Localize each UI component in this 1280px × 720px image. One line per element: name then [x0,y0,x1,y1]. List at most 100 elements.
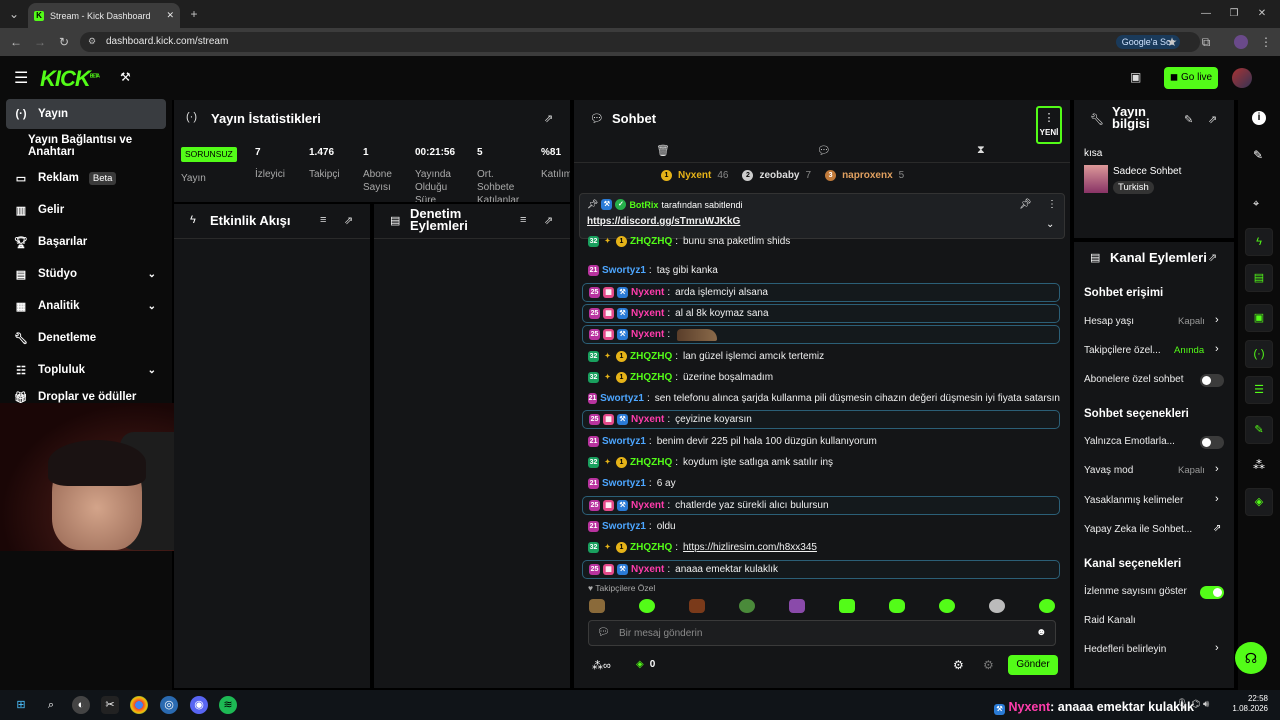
edit-icon[interactable]: ✎ [1184,113,1193,126]
sidebar-item-topluluk[interactable]: ☷ Topluluk ⌄ [6,355,166,385]
chat-username[interactable]: Nyxent [631,414,664,425]
bookmark-star-icon[interactable]: ★ [1162,32,1182,52]
address-bar[interactable]: dashboard.kick.com/stream [80,32,1200,52]
category-name[interactable]: Sadece Sohbet [1113,166,1181,177]
goals-option[interactable]: Hedefleri belirleyin [1084,643,1224,657]
tab-list-icon[interactable]: ⌄ [4,4,24,24]
emotes-only-toggle[interactable] [1200,436,1224,449]
chat-message[interactable]: 25 ▦ ⚒ Nyxent: çeyizine koyarsın [582,410,1060,430]
chevron-down-icon[interactable]: ⌄ [1046,219,1054,230]
new-tab-icon[interactable]: + [184,4,204,24]
top-chatter-name[interactable]: Nyxent [678,170,711,181]
site-info-icon[interactable]: ⚙ [88,36,96,47]
pinned-link[interactable]: https://discord.gg/sTmruWJKkG [587,216,740,227]
emote[interactable] [639,599,655,613]
chat-username[interactable]: ZHQZHQ [630,542,672,553]
trash-icon[interactable]: 🗑︎ [656,144,670,157]
top-chatter-name[interactable]: naproxenx [842,170,893,181]
chat-message[interactable]: 25 ▦ ⚒ Nyxent: arda işlemciyi alsana [582,282,1060,302]
chat-message[interactable]: 21 Swortyz1: benim devir 225 pil hala 100 … [582,432,1060,451]
gear-badge-icon[interactable]: ⚙ [983,658,994,672]
rail-chat-button[interactable]: ▣ [1245,304,1273,332]
banned-words-option[interactable]: Yasaklanmış kelimeler [1084,494,1224,508]
chat-username[interactable]: Swortyz1 [602,521,646,532]
settings-icon[interactable]: ⚙ [953,658,964,672]
windows-start-icon[interactable]: ⊞ [12,696,30,714]
chat-message[interactable]: 21 Swortyz1: oldu [582,517,1060,536]
sidebar-item-analitik[interactable]: ▦ Analitik ⌄ [6,291,166,321]
chat-username[interactable]: Nyxent [631,564,664,575]
subs-only-toggle[interactable] [1200,374,1224,387]
chevron-right-icon[interactable]: › [1215,493,1219,505]
chat-message[interactable]: 32 ✦ 1 ZHQZHQ: koydum işte satlıga amk satıl… [582,453,1060,472]
chat-username[interactable]: Swortyz1 [600,393,644,404]
browser-menu-icon[interactable]: ⋮ [1256,32,1276,52]
sidebar-item-stream-key[interactable]: Yayın Bağlantısı ve Anahtarı [6,131,166,161]
hourglass-icon[interactable]: ⧗ [977,144,985,157]
popout-icon[interactable]: ⇗ [544,214,553,227]
stream-preview-icon[interactable]: ▣ [1130,70,1141,84]
chat-username[interactable]: Swortyz1 [602,265,646,276]
kebab-icon[interactable]: ⋮ [1047,199,1057,210]
chat-username[interactable]: ZHQZHQ [630,457,672,468]
filter-icon[interactable]: ≡ [320,214,326,226]
popout-icon[interactable]: ⇗ [1208,251,1217,264]
emote[interactable] [939,599,955,613]
unpin-icon[interactable]: 📌︎ [1019,199,1032,210]
followers-only-option[interactable]: Takipçilere özel... [1084,344,1174,358]
browser-tab[interactable]: K Stream - Kick Dashboard ✕ [28,3,180,28]
sidebar-item-denetleme[interactable]: 🔧︎ Denetleme [6,323,166,353]
chat-message[interactable]: 25 ▦ ⚒ Nyxent: al al 8k koymaz sana [582,303,1060,323]
top-chatter-name[interactable]: zeobaby [759,170,799,181]
rail-info-button[interactable]: ✎ [1245,416,1273,444]
emote[interactable] [739,599,755,613]
go-live-button[interactable]: ◼ Go live [1164,67,1218,89]
raid-option[interactable]: Raid Kanalı [1084,614,1224,628]
rail-kick-button[interactable]: ◈ [1245,488,1273,516]
close-window-icon[interactable]: ✕ [1252,4,1272,24]
maximize-icon[interactable]: ❐ [1224,4,1244,24]
chat-message[interactable]: 25 ▦ ⚒ Nyxent: [582,325,1060,345]
chat-link[interactable]: https://hizliresim.com/h8xx345 [683,542,817,553]
profile-avatar[interactable] [1234,35,1248,49]
chat-bubble-icon[interactable]: 💬︎ [817,144,831,157]
chevron-right-icon[interactable]: › [1215,463,1219,475]
reload-icon[interactable]: ↻ [54,32,74,52]
kick-logo[interactable]: KICKBETA [40,66,100,92]
sidebar-item-yayin[interactable]: (·) Yayın [6,99,166,129]
chat-input[interactable]: Bir mesaj gönderin [588,620,1056,646]
tray-icons[interactable]: 🎙︎ ⌬ 🔊︎ [1176,699,1209,710]
chrome-icon[interactable] [130,696,148,714]
chevron-right-icon[interactable]: › [1215,314,1219,326]
chat-username[interactable]: ZHQZHQ [630,236,672,247]
chat-username[interactable]: Swortyz1 [602,436,646,447]
stream-key-icon[interactable]: ⌖ [1253,198,1259,211]
kick-points[interactable]: ◈ 0 [636,659,655,670]
ai-chat-option[interactable]: Yapay Zeka ile Sohbet... [1084,523,1224,537]
popout-icon[interactable]: ⇗ [544,112,553,125]
popout-icon[interactable]: ⇗ [1208,113,1217,126]
chat-message[interactable]: 21 Swortyz1:6 ay [582,474,1060,493]
rail-activity-button[interactable]: ϟ [1245,228,1273,256]
tools-icon[interactable]: ⚒ [120,70,131,84]
minimize-icon[interactable]: — [1196,4,1216,24]
capcut-icon[interactable]: ✂ [101,696,119,714]
sidebar-item-basarilar[interactable]: 🏆︎ Başarılar [6,227,166,257]
channel-points-icon[interactable]: ⁂∞ [592,659,611,672]
show-views-toggle[interactable] [1200,586,1224,599]
extensions-icon[interactable]: ⧉ [1196,32,1216,52]
sidebar-item-gelir[interactable]: ▥ Gelir [6,195,166,225]
emote[interactable] [889,599,905,613]
support-button[interactable]: ☊ [1235,642,1267,674]
chat-username[interactable]: Nyxent [631,308,664,319]
chat-message[interactable]: 25 ▦ ⚒ Nyxent: anaaa emektar kulaklık [582,559,1060,579]
sidebar-item-studyo[interactable]: ▤ Stüdyo ⌄ [6,259,166,289]
chat-username[interactable]: Nyxent [631,500,664,511]
emote[interactable] [689,599,705,613]
close-tab-icon[interactable]: ✕ [166,10,174,21]
app-icon[interactable]: ◎ [160,696,178,714]
chat-menu-button[interactable]: ⋮ YENİ [1036,106,1062,144]
chat-username[interactable]: ZHQZHQ [630,372,672,383]
user-avatar[interactable] [1232,68,1252,88]
hamburger-icon[interactable]: ☰ [14,68,28,88]
